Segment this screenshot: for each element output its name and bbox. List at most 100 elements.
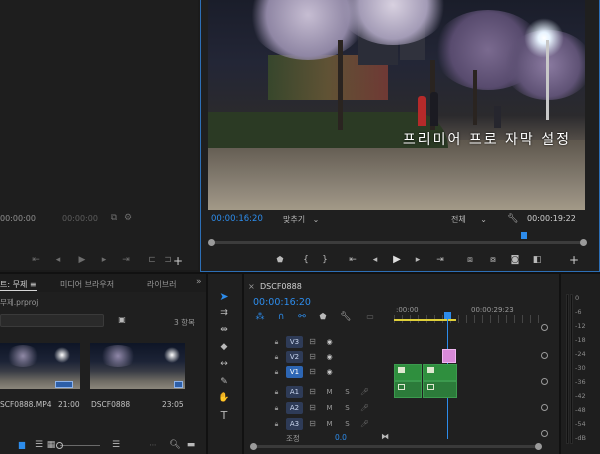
ripple-edit-tool-icon[interactable]: ⇹ [218, 324, 230, 336]
export-frame-icon[interactable]: ⧉ [108, 213, 120, 223]
mute-track-icon[interactable]: M [325, 387, 334, 397]
forward-icon[interactable]: ▸ [98, 255, 110, 265]
tab-project[interactable]: 트: 무제 ≡ [0, 279, 37, 291]
lock-track-icon[interactable]: 🔒︎ [272, 403, 281, 413]
nest-icon[interactable]: ⁂ [255, 312, 265, 322]
timeline-playhead-marker[interactable] [444, 312, 451, 319]
play-icon[interactable]: ▶ [76, 255, 88, 265]
vertical-scroll-knob[interactable] [541, 352, 548, 359]
slip-tool-icon[interactable]: ↔ [218, 358, 230, 370]
mark-out-icon[interactable]: } [320, 255, 330, 265]
title-clip[interactable] [442, 349, 456, 363]
panel-menu-icon[interactable]: » [196, 277, 202, 287]
track-label-v3[interactable]: V3 [286, 336, 303, 348]
step-back-icon[interactable]: ◂ [370, 255, 380, 265]
vertical-scroll-knob[interactable] [541, 404, 548, 411]
extract-icon[interactable]: ⧇ [486, 255, 500, 265]
horizontal-scroll-knob-right[interactable] [535, 443, 542, 450]
eye-icon[interactable]: ◉ [325, 337, 334, 347]
program-scrub-bar[interactable] [211, 241, 584, 244]
lock-track-icon[interactable]: 🔒︎ [272, 387, 281, 397]
new-bin-icon[interactable]: ▬ [186, 440, 196, 450]
project-search-input[interactable] [0, 314, 104, 327]
list-view-icon[interactable]: ☰ [34, 440, 44, 450]
program-timecode[interactable]: 00:00:16:20 [211, 214, 263, 224]
go-to-out-icon[interactable]: ⇥ [434, 255, 446, 265]
fit-dropdown[interactable]: 맞추기 ⌄ [283, 214, 319, 225]
selection-tool-icon[interactable]: ➤ [218, 290, 230, 302]
zoom-slider-knob[interactable] [56, 442, 63, 449]
add-marker-icon[interactable]: ⬟ [318, 312, 328, 322]
eye-icon[interactable]: ◉ [325, 367, 334, 377]
horizontal-scroll-knob-left[interactable] [250, 443, 257, 450]
step-back-icon[interactable]: ⇤ [30, 255, 42, 265]
lock-track-icon[interactable]: 🔒︎ [272, 352, 281, 362]
timeline-close-icon[interactable]: × [248, 282, 255, 291]
timeline-settings-wrench-icon[interactable]: 🔧︎ [340, 312, 351, 322]
sort-icon[interactable]: ☰ [111, 440, 121, 450]
find-icon[interactable]: 🔍︎ [169, 440, 180, 450]
captions-icon[interactable]: ▭ [364, 312, 376, 322]
tab-libraries[interactable]: 라이브러 [147, 279, 176, 290]
scrub-start-knob[interactable] [208, 239, 215, 246]
add-button-icon[interactable]: + [568, 254, 580, 266]
horizontal-scroll-bar[interactable] [253, 445, 538, 448]
vertical-scroll-knob[interactable] [541, 324, 548, 331]
add-marker-icon[interactable]: ⬟ [275, 255, 285, 265]
lift-icon[interactable]: ⧈ [463, 255, 477, 265]
linked-selection-icon[interactable]: ⚯ [297, 312, 307, 322]
go-to-end-icon[interactable]: ⧓ [380, 432, 390, 442]
voiceover-record-icon[interactable]: 🎤︎ [360, 419, 369, 429]
track-label-v2[interactable]: V2 [286, 351, 303, 363]
settings-icon[interactable]: ⚙ [122, 213, 134, 223]
solo-track-icon[interactable]: S [343, 387, 352, 397]
mark-in-icon[interactable]: { [301, 255, 311, 265]
new-bin-from-search-icon[interactable]: ▣ [116, 315, 128, 325]
track-label-a2[interactable]: A2 [286, 402, 303, 414]
vertical-scroll-knob[interactable] [541, 430, 548, 437]
solo-track-icon[interactable]: S [343, 419, 352, 429]
lock-track-icon[interactable]: 🔒︎ [272, 419, 281, 429]
hand-tool-icon[interactable]: ✋ [218, 392, 230, 404]
track-label-a3[interactable]: A3 [286, 418, 303, 430]
lock-icon[interactable]: ▆ [17, 440, 27, 450]
add-button-icon[interactable]: + [172, 255, 184, 267]
pen-tool-icon[interactable]: ✎ [218, 376, 230, 388]
icon-view-icon[interactable]: ▦ [46, 440, 56, 450]
lock-track-icon[interactable]: 🔒︎ [272, 367, 281, 377]
program-playhead[interactable] [521, 232, 528, 239]
go-to-in-icon[interactable]: ⇤ [347, 255, 359, 265]
automate-icon[interactable]: ⋯ [148, 440, 158, 450]
step-forward-icon[interactable]: ⇥ [120, 255, 132, 265]
eye-icon[interactable]: ◉ [325, 352, 334, 362]
sync-lock-icon[interactable]: ⊟ [308, 403, 317, 413]
sync-lock-icon[interactable]: ⊟ [308, 337, 317, 347]
sync-lock-icon[interactable]: ⊟ [308, 387, 317, 397]
camera-icon[interactable]: ◙ [509, 255, 521, 265]
solo-track-icon[interactable]: S [343, 403, 352, 413]
mute-track-icon[interactable]: M [325, 403, 334, 413]
track-label-a1[interactable]: A1 [286, 386, 303, 398]
timeline-timecode[interactable]: 00:00:16:20 [253, 297, 311, 308]
snap-icon[interactable]: ∩ [276, 312, 286, 322]
track-select-tool-icon[interactable]: ⇉ [218, 307, 230, 319]
vertical-scroll-knob[interactable] [541, 378, 548, 385]
rewind-icon[interactable]: ◂ [52, 255, 64, 265]
timeline-sequence-tab[interactable]: DSCF0888 [260, 282, 302, 291]
voiceover-record-icon[interactable]: 🎤︎ [360, 387, 369, 397]
quality-dropdown[interactable]: 전체 ⌄ [451, 214, 487, 225]
insert-icon[interactable]: ⊏ [146, 255, 158, 265]
step-forward-icon[interactable]: ▸ [413, 255, 423, 265]
sync-lock-icon[interactable]: ⊟ [308, 419, 317, 429]
voiceover-record-icon[interactable]: 🎤︎ [360, 403, 369, 413]
comparison-view-icon[interactable]: ◧ [531, 255, 543, 265]
type-tool-icon[interactable]: T [218, 409, 230, 421]
sync-lock-icon[interactable]: ⊟ [308, 367, 317, 377]
mute-track-icon[interactable]: M [325, 419, 334, 429]
razor-tool-icon[interactable]: ◆ [218, 341, 230, 353]
clip-thumbnail-2[interactable] [90, 343, 185, 389]
track-label-v1[interactable]: V1 [286, 366, 303, 378]
lock-track-icon[interactable]: 🔒︎ [272, 337, 281, 347]
play-icon[interactable]: ▶ [391, 255, 403, 265]
wrench-icon[interactable]: 🔧︎ [507, 214, 518, 224]
